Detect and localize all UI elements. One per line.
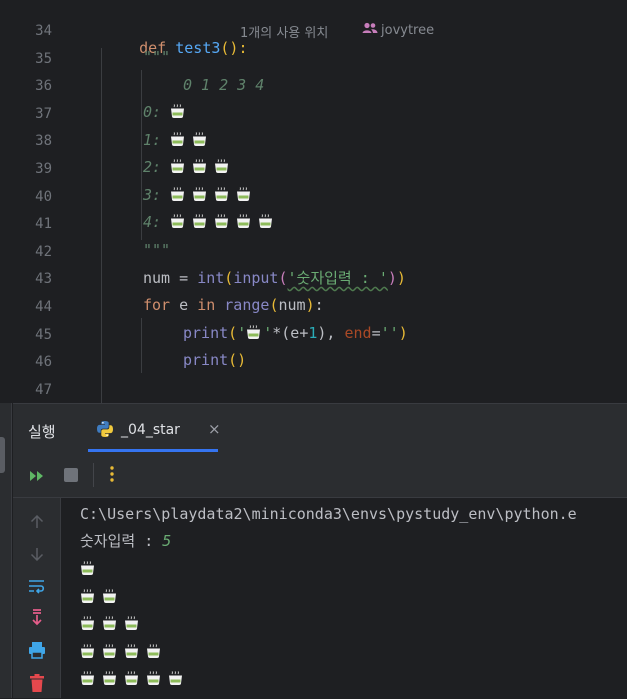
line-number: 42 <box>35 243 52 260</box>
cup-icon <box>80 643 95 659</box>
console-output[interactable]: C:\Users\playdata2\miniconda3\envs\pystu… <box>61 498 627 698</box>
cup-icon <box>102 671 117 686</box>
line-number: 47 <box>35 381 52 398</box>
cup-icon <box>214 214 229 229</box>
docstring-row: 2: <box>143 158 236 176</box>
code-line-44: num = int(input('숫자입력 : ')) <box>143 269 406 287</box>
docstring-row: 0: <box>143 103 192 121</box>
line-number: 36 <box>35 78 52 95</box>
run-title: 실행 <box>28 423 56 441</box>
users-icon <box>362 22 378 38</box>
console-side-toolbar <box>13 498 61 698</box>
cup-icon <box>214 186 229 202</box>
up-arrow-icon[interactable] <box>30 514 44 533</box>
tab-04-star[interactable]: _04_star × <box>88 404 221 452</box>
code-line-45: for e in range(num): <box>143 296 324 314</box>
cup-icon <box>170 131 185 147</box>
line-number: 34 <box>35 23 52 39</box>
docstring-row: 1: <box>143 131 214 149</box>
usage-hint[interactable]: 1개의 사용 위치 <box>240 22 328 41</box>
indent-guide <box>141 70 142 240</box>
code-line-47: print() <box>183 351 247 369</box>
line-number: 44 <box>35 299 52 315</box>
docstring-row: 4: <box>143 213 280 231</box>
more-icon[interactable] <box>110 466 114 486</box>
function-name: test3 <box>175 39 221 57</box>
cup-icon <box>146 671 161 686</box>
cup-icon <box>236 186 251 202</box>
cup-icon <box>80 561 95 576</box>
code-line-46: print(' '*(e+1), end='') <box>183 324 408 342</box>
cup-icon <box>246 325 261 340</box>
line-number: 46 <box>35 354 52 371</box>
console-output-row <box>80 670 190 688</box>
cup-icon <box>170 214 185 229</box>
run-toolbar <box>13 452 627 498</box>
line-number: 40 <box>35 188 52 205</box>
line-number: 37 <box>35 105 52 122</box>
scroll-end-icon[interactable] <box>30 609 44 631</box>
indent-guide <box>101 48 102 403</box>
indent-guide <box>141 318 142 373</box>
line-number: 39 <box>35 161 52 177</box>
cup-icon <box>102 588 117 604</box>
cup-icon <box>80 671 95 686</box>
line-number: 38 <box>35 133 52 150</box>
author-hint[interactable]: jovytree <box>362 22 434 38</box>
line-number: 43 <box>35 271 52 288</box>
docstring-row: 3: <box>143 186 258 204</box>
cup-icon <box>258 214 273 229</box>
rerun-icon[interactable] <box>29 468 47 487</box>
stop-icon[interactable] <box>64 468 78 482</box>
docstring-open: """ <box>143 48 171 66</box>
console-output-row <box>80 643 168 661</box>
code-editor[interactable]: 343536373839404142434445464748 def test3… <box>0 0 627 425</box>
print-icon[interactable] <box>28 641 46 663</box>
soft-wrap-icon[interactable] <box>28 578 46 598</box>
cup-icon <box>214 159 229 174</box>
cup-icon <box>124 671 139 686</box>
cup-icon <box>192 186 207 202</box>
console-path: C:\Users\playdata2\miniconda3\envs\pystu… <box>80 505 577 523</box>
active-tool-indicator <box>0 437 5 473</box>
toolbar-divider <box>93 463 94 487</box>
cup-icon <box>102 643 117 659</box>
cup-icon <box>124 616 139 631</box>
console-prompt-line: 숫자입력 : 5 <box>80 532 172 550</box>
cup-icon <box>146 643 161 659</box>
cup-icon <box>236 214 251 229</box>
cup-icon <box>170 159 185 174</box>
line-number: 35 <box>35 50 52 67</box>
down-arrow-icon[interactable] <box>30 546 44 565</box>
docstring-header: 0 1 2 3 4 <box>183 76 265 94</box>
author-name: jovytree <box>381 22 435 38</box>
docstring-close: """ <box>143 241 171 259</box>
run-tab-bar: 실행 _04_star × <box>13 404 627 452</box>
cup-icon <box>168 671 183 686</box>
cup-icon <box>170 104 185 119</box>
cup-icon <box>192 159 207 174</box>
console-output-row <box>80 588 124 606</box>
cup-icon <box>124 643 139 659</box>
cup-icon <box>102 616 117 631</box>
line-number: 45 <box>35 326 52 343</box>
close-tab-icon[interactable]: × <box>208 420 221 438</box>
line-number: 41 <box>35 216 52 233</box>
console-output-row <box>80 615 146 633</box>
console-output-row <box>80 560 102 578</box>
cup-icon <box>192 131 207 147</box>
cup-icon <box>170 186 185 202</box>
cup-icon <box>80 616 95 631</box>
python-icon <box>96 420 114 442</box>
trash-icon[interactable] <box>30 674 44 696</box>
code-line-35: def test3(): <box>103 21 248 75</box>
cup-icon <box>80 588 95 604</box>
cup-icon <box>192 214 207 229</box>
tab-label: _04_star <box>121 422 180 438</box>
func-signature: (): <box>220 39 248 57</box>
